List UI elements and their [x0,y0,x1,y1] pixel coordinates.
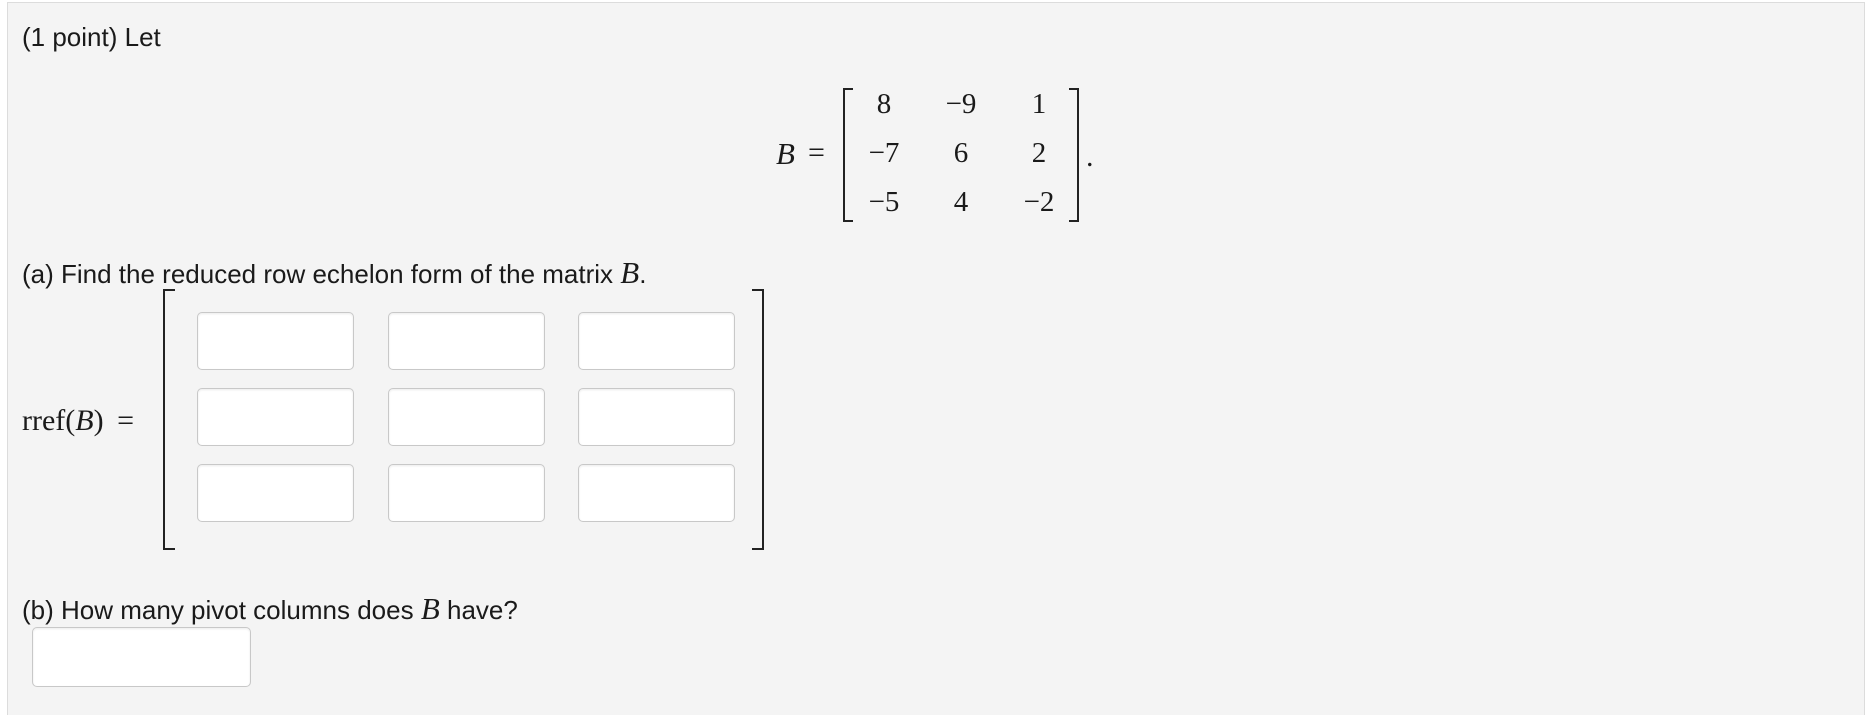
matrix-cell: 2 [1031,137,1047,169]
part-b-question: (b) How many pivot columns does B have? [22,591,518,627]
rref-input-r3c3[interactable] [578,464,735,522]
part-a-question-text: (a) Find the reduced row echelon form of… [22,259,621,289]
rref-label: rref(B) = [22,404,134,438]
pivot-count-input[interactable] [32,627,251,687]
rref-var: B [75,404,94,437]
matrix-cell: 4 [953,186,969,218]
rref-equals: = [117,404,135,437]
rref-input-r1c2[interactable] [388,312,545,370]
rref-input-r2c2[interactable] [388,388,545,446]
answer-matrix-left-bracket [163,289,175,550]
part-b-question-var: B [420,591,440,626]
rref-input-r2c1[interactable] [197,388,354,446]
rref-input-r1c1[interactable] [197,312,354,370]
matrix-cell: 6 [953,137,969,169]
rref-input-r3c2[interactable] [388,464,545,522]
rref-input-r3c1[interactable] [197,464,354,522]
rref-input-r1c3[interactable] [578,312,735,370]
matrix-cell: −5 [868,186,900,218]
part-a-question-var: B [620,255,640,290]
rref-close: ) [93,404,104,437]
matrix-b-variable: B [776,136,795,171]
rref-func: rref( [22,404,76,437]
problem-intro: (1 point) Let [22,22,161,52]
matrix-period: . [1086,140,1094,173]
matrix-cell: −9 [945,88,977,120]
part-b-question-text: (b) How many pivot columns does [22,595,421,625]
matrix-cell: 8 [876,88,892,120]
part-a-question: (a) Find the reduced row echelon form of… [22,255,646,291]
matrix-b-equals: = [808,136,825,169]
part-b-question-suffix: have? [439,595,518,625]
rref-input-r2c3[interactable] [578,388,735,446]
matrix-cell: −2 [1023,186,1055,218]
matrix-cell: 1 [1031,88,1047,120]
part-a-question-suffix: . [639,259,647,289]
answer-matrix-right-bracket [752,289,764,550]
matrix-cell: −7 [868,137,900,169]
